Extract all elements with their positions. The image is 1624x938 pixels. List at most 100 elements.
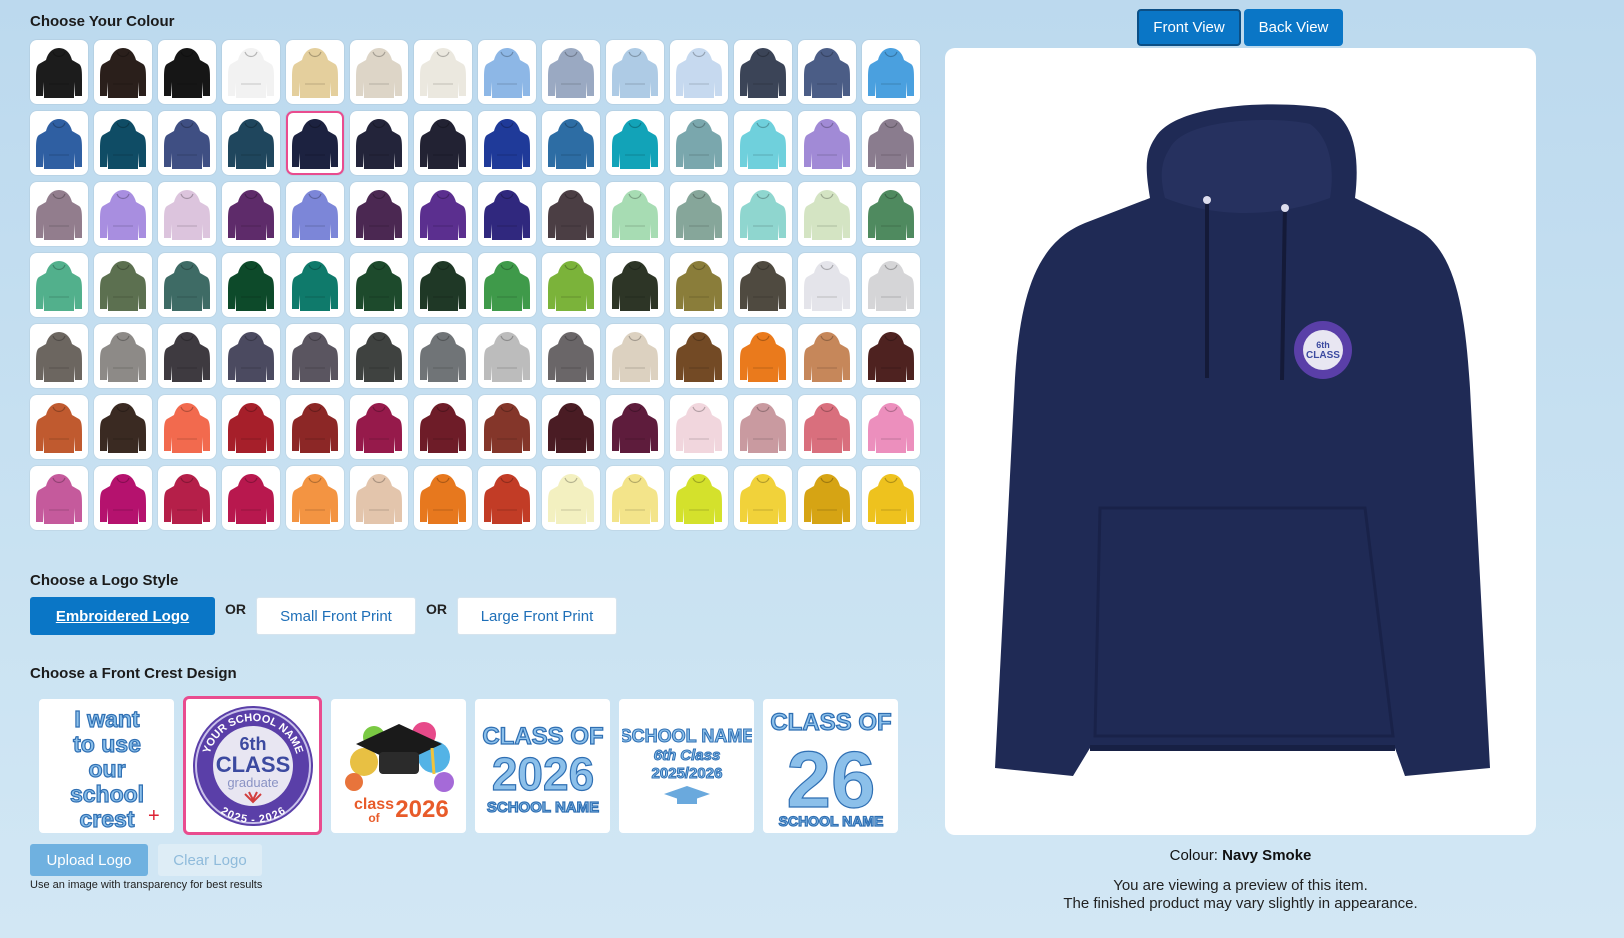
- colour-swatch[interactable]: [94, 466, 152, 530]
- colour-swatch[interactable]: [94, 182, 152, 246]
- colour-swatch[interactable]: [350, 111, 408, 175]
- colour-swatch[interactable]: [414, 324, 472, 388]
- colour-swatch[interactable]: [734, 253, 792, 317]
- colour-swatch[interactable]: [30, 324, 88, 388]
- colour-swatch[interactable]: [542, 466, 600, 530]
- colour-swatch[interactable]: [798, 466, 856, 530]
- crest-option-class-of-2026-cap[interactable]: class of 2026: [331, 699, 466, 833]
- colour-swatch[interactable]: [734, 466, 792, 530]
- colour-swatch[interactable]: [158, 324, 216, 388]
- upload-logo-button[interactable]: Upload Logo: [30, 844, 148, 876]
- colour-swatch[interactable]: [798, 324, 856, 388]
- colour-swatch[interactable]: [222, 182, 280, 246]
- crest-option-class-of-2026-block[interactable]: CLASS OF 2026 SCHOOL NAME: [475, 699, 610, 833]
- colour-swatch[interactable]: [158, 182, 216, 246]
- colour-swatch[interactable]: [478, 111, 536, 175]
- colour-swatch[interactable]: [862, 395, 920, 459]
- colour-swatch[interactable]: [798, 253, 856, 317]
- colour-swatch[interactable]: [606, 40, 664, 104]
- colour-swatch[interactable]: [286, 466, 344, 530]
- colour-swatch[interactable]: [414, 253, 472, 317]
- colour-swatch[interactable]: [606, 253, 664, 317]
- colour-swatch[interactable]: [286, 182, 344, 246]
- colour-swatch[interactable]: [670, 395, 728, 459]
- colour-swatch[interactable]: [862, 253, 920, 317]
- colour-swatch[interactable]: [222, 253, 280, 317]
- colour-swatch[interactable]: [734, 395, 792, 459]
- colour-swatch[interactable]: [158, 111, 216, 175]
- colour-swatch[interactable]: [30, 182, 88, 246]
- colour-swatch[interactable]: [222, 395, 280, 459]
- colour-swatch[interactable]: [286, 111, 344, 175]
- colour-swatch[interactable]: [542, 395, 600, 459]
- colour-swatch[interactable]: [542, 111, 600, 175]
- colour-swatch[interactable]: [478, 466, 536, 530]
- colour-swatch[interactable]: [670, 182, 728, 246]
- colour-swatch[interactable]: [350, 40, 408, 104]
- colour-swatch[interactable]: [350, 324, 408, 388]
- colour-swatch[interactable]: [158, 395, 216, 459]
- colour-swatch[interactable]: [414, 182, 472, 246]
- colour-swatch[interactable]: [286, 253, 344, 317]
- colour-swatch[interactable]: [734, 40, 792, 104]
- embroidered-logo-button[interactable]: Embroidered Logo: [30, 597, 215, 635]
- colour-swatch[interactable]: [30, 395, 88, 459]
- colour-swatch[interactable]: [350, 395, 408, 459]
- colour-swatch[interactable]: [94, 253, 152, 317]
- colour-swatch[interactable]: [670, 466, 728, 530]
- colour-swatch[interactable]: [798, 40, 856, 104]
- colour-swatch[interactable]: [606, 466, 664, 530]
- colour-swatch[interactable]: [222, 324, 280, 388]
- colour-swatch[interactable]: [862, 40, 920, 104]
- colour-swatch[interactable]: [478, 324, 536, 388]
- colour-swatch[interactable]: [350, 466, 408, 530]
- colour-swatch[interactable]: [734, 182, 792, 246]
- colour-swatch[interactable]: [542, 324, 600, 388]
- small-front-print-button[interactable]: Small Front Print: [256, 597, 416, 635]
- colour-swatch[interactable]: [30, 253, 88, 317]
- back-view-button[interactable]: Back View: [1244, 9, 1343, 46]
- colour-swatch[interactable]: [286, 395, 344, 459]
- colour-swatch[interactable]: [862, 182, 920, 246]
- colour-swatch[interactable]: [30, 466, 88, 530]
- colour-swatch[interactable]: [606, 395, 664, 459]
- colour-swatch[interactable]: [414, 466, 472, 530]
- colour-swatch[interactable]: [30, 111, 88, 175]
- colour-swatch[interactable]: [478, 253, 536, 317]
- colour-swatch[interactable]: [286, 324, 344, 388]
- colour-swatch[interactable]: [670, 253, 728, 317]
- colour-swatch[interactable]: [222, 111, 280, 175]
- colour-swatch[interactable]: [30, 40, 88, 104]
- colour-swatch[interactable]: [94, 40, 152, 104]
- clear-logo-button[interactable]: Clear Logo: [158, 844, 262, 876]
- colour-swatch[interactable]: [862, 111, 920, 175]
- colour-swatch[interactable]: [478, 182, 536, 246]
- colour-swatch[interactable]: [158, 466, 216, 530]
- colour-swatch[interactable]: [478, 395, 536, 459]
- colour-swatch[interactable]: [158, 40, 216, 104]
- colour-swatch[interactable]: [606, 324, 664, 388]
- colour-swatch[interactable]: [862, 324, 920, 388]
- colour-swatch[interactable]: [350, 182, 408, 246]
- colour-swatch[interactable]: [222, 40, 280, 104]
- colour-swatch[interactable]: [286, 40, 344, 104]
- colour-swatch[interactable]: [222, 466, 280, 530]
- colour-swatch[interactable]: [94, 324, 152, 388]
- colour-swatch[interactable]: [670, 324, 728, 388]
- colour-swatch[interactable]: [542, 40, 600, 104]
- colour-swatch[interactable]: [670, 111, 728, 175]
- colour-swatch[interactable]: [862, 466, 920, 530]
- colour-swatch[interactable]: [350, 253, 408, 317]
- colour-swatch[interactable]: [94, 111, 152, 175]
- crest-option-class-of-26[interactable]: CLASS OF 26 SCHOOL NAME: [763, 699, 898, 833]
- colour-swatch[interactable]: [734, 111, 792, 175]
- crest-option-6th-class-graduate[interactable]: YOUR SCHOOL NAME 2025 - 2026 6th CLASS g…: [183, 696, 322, 835]
- colour-swatch[interactable]: [414, 395, 472, 459]
- front-view-button[interactable]: Front View: [1137, 9, 1241, 46]
- colour-swatch[interactable]: [670, 40, 728, 104]
- crest-option-school-name-6th-class[interactable]: SCHOOL NAME 6th Class 2025/2026: [619, 699, 754, 833]
- colour-swatch[interactable]: [414, 111, 472, 175]
- crest-option-custom[interactable]: I want to use our school crest +: [39, 699, 174, 833]
- colour-swatch[interactable]: [798, 182, 856, 246]
- colour-swatch[interactable]: [158, 253, 216, 317]
